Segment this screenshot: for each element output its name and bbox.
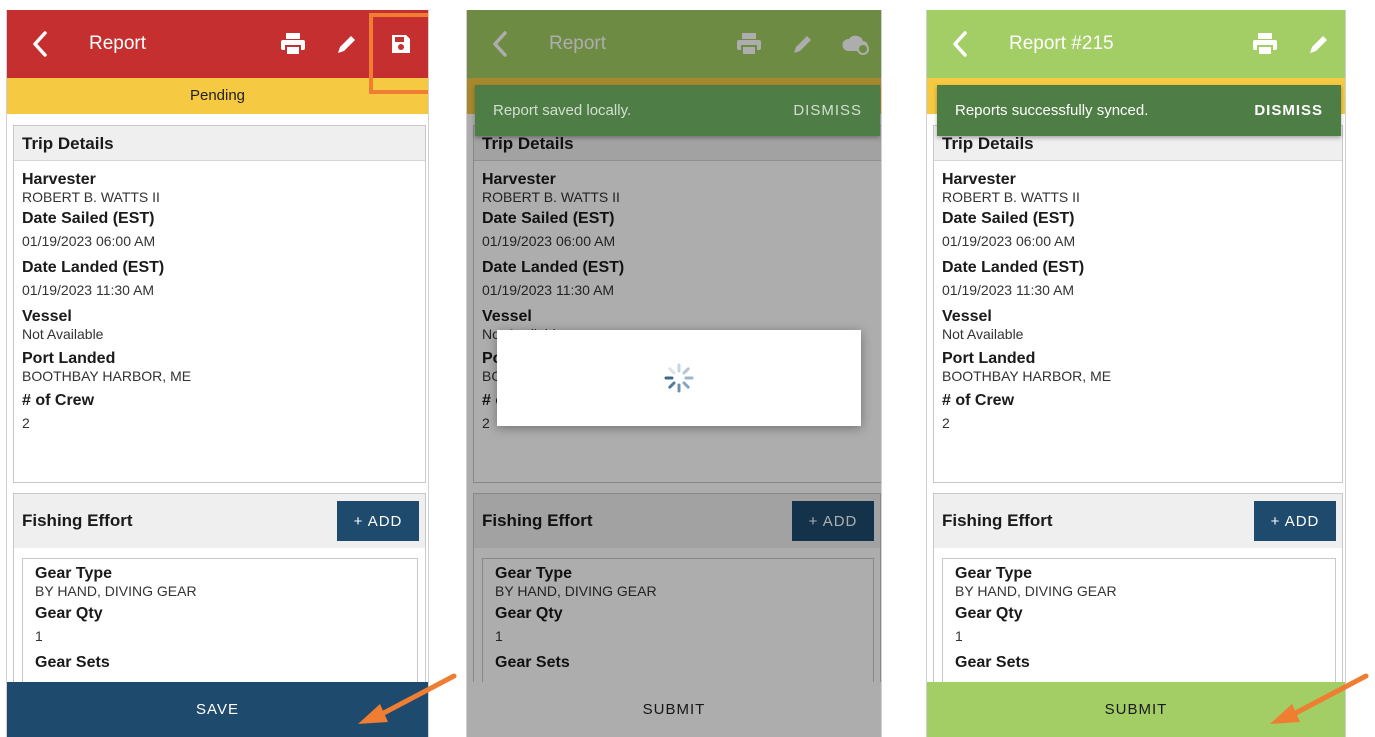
field-vessel: Vessel Not Available [14, 308, 425, 342]
field-date-landed: Date Landed (EST) 01/19/2023 11:30 AM [14, 259, 425, 298]
app-bar: Report #215 [927, 10, 1345, 78]
snackbar: Reports successfully synced. DISMISS [937, 85, 1341, 136]
field-label: Gear Type [955, 565, 1033, 582]
section-heading: Fishing Effort [22, 511, 133, 530]
field-label: Gear Type [35, 565, 113, 582]
pencil-icon [1310, 36, 1327, 53]
field-value: 1 [955, 628, 963, 644]
field-label: Date Sailed (EST) [942, 210, 1075, 227]
field-label: Vessel [22, 308, 72, 325]
add-effort-button[interactable]: + ADD [1254, 501, 1336, 541]
print-icon [1253, 33, 1277, 56]
section-heading: Fishing Effort [942, 511, 1053, 530]
field-label: Date Landed (EST) [942, 259, 1085, 276]
status-badge: Pending [7, 78, 428, 114]
print-button[interactable] [279, 30, 307, 58]
field-label: Gear Qty [35, 605, 103, 622]
report-screen-pending: Report Pending Trip Details Harvester RO… [6, 10, 429, 737]
chevron-left-icon [33, 31, 47, 57]
field-label: # of Crew [942, 392, 1015, 409]
dismiss-button[interactable]: DISMISS [1254, 102, 1323, 119]
field-value: Not Available [942, 326, 1024, 342]
field-value: 01/19/2023 11:30 AM [22, 282, 155, 298]
page-title: Report #215 [1009, 33, 1114, 54]
field-harvester: Harvester ROBERT B. WATTS II [934, 171, 1342, 205]
snackbar-message: Reports successfully synced. [955, 102, 1149, 119]
field-label: Port Landed [942, 350, 1036, 367]
report-screen-saving: Report Trip Details Harvester ROBERT B. … [466, 10, 882, 737]
field-value: 01/19/2023 06:00 AM [22, 233, 156, 249]
edit-button[interactable] [333, 30, 361, 58]
add-effort-button[interactable]: + ADD [337, 501, 419, 541]
print-button[interactable] [1251, 30, 1279, 58]
field-label: Harvester [22, 171, 96, 188]
back-button[interactable] [945, 28, 975, 60]
field-value: 1 [35, 628, 43, 644]
annotation-arrow [1270, 673, 1369, 724]
field-label: # of Crew [22, 392, 95, 409]
field-label: Vessel [942, 308, 992, 325]
section-header: Fishing Effort + ADD [14, 494, 425, 548]
field-label: Date Landed (EST) [22, 259, 165, 276]
field-label: Harvester [942, 171, 1016, 188]
field-label: Gear Qty [955, 605, 1023, 622]
report-screen-synced: Report #215 Trip Details Harvester ROBER… [926, 10, 1346, 737]
field-value: ROBERT B. WATTS II [942, 189, 1080, 205]
page-title: Report [89, 33, 147, 54]
field-value: 01/19/2023 11:30 AM [942, 282, 1075, 298]
field-value: ROBERT B. WATTS II [22, 189, 160, 205]
field-crew: # of Crew 2 [934, 392, 1342, 431]
field-value: BOOTHBAY HARBOR, ME [942, 368, 1112, 384]
field-value: 2 [22, 415, 30, 431]
field-port-landed: Port Landed BOOTHBAY HARBOR, ME [934, 350, 1342, 384]
section-header: Fishing Effort + ADD [934, 494, 1342, 548]
pencil-icon [338, 36, 355, 53]
loading-dialog [497, 330, 861, 426]
print-icon [281, 33, 305, 56]
field-value: 2 [942, 415, 950, 431]
edit-button[interactable] [1305, 30, 1333, 58]
trip-details-card: Trip Details Harvester ROBERT B. WATTS I… [13, 125, 426, 483]
snackbar: Report saved locally. DISMISS [475, 85, 880, 136]
trip-details-card: Trip Details Harvester ROBERT B. WATTS I… [933, 125, 1343, 483]
loading-spinner-icon [664, 363, 694, 393]
field-date-sailed: Date Sailed (EST) 01/19/2023 06:00 AM [934, 210, 1342, 249]
field-harvester: Harvester ROBERT B. WATTS II [14, 171, 425, 205]
field-port-landed: Port Landed BOOTHBAY HARBOR, ME [14, 350, 425, 384]
field-crew: # of Crew 2 [14, 392, 425, 431]
field-value: Not Available [22, 326, 104, 342]
app-bar: Report [7, 10, 428, 78]
field-value: BY HAND, DIVING GEAR [35, 583, 197, 599]
annotation-highlight [369, 13, 428, 94]
field-date-landed: Date Landed (EST) 01/19/2023 11:30 AM [934, 259, 1342, 298]
field-label: Date Sailed (EST) [22, 210, 155, 227]
field-vessel: Vessel Not Available [934, 308, 1342, 342]
field-value: BOOTHBAY HARBOR, ME [22, 368, 192, 384]
field-value: BY HAND, DIVING GEAR [955, 583, 1117, 599]
dismiss-button[interactable]: DISMISS [793, 102, 862, 119]
snackbar-message: Report saved locally. [493, 102, 632, 119]
field-date-sailed: Date Sailed (EST) 01/19/2023 06:00 AM [14, 210, 425, 249]
field-value: 01/19/2023 06:00 AM [942, 233, 1076, 249]
section-heading: Trip Details [14, 126, 425, 161]
field-label: Port Landed [22, 350, 116, 367]
annotation-arrow [358, 673, 457, 724]
chevron-left-icon [953, 31, 967, 57]
back-button[interactable] [25, 28, 55, 60]
